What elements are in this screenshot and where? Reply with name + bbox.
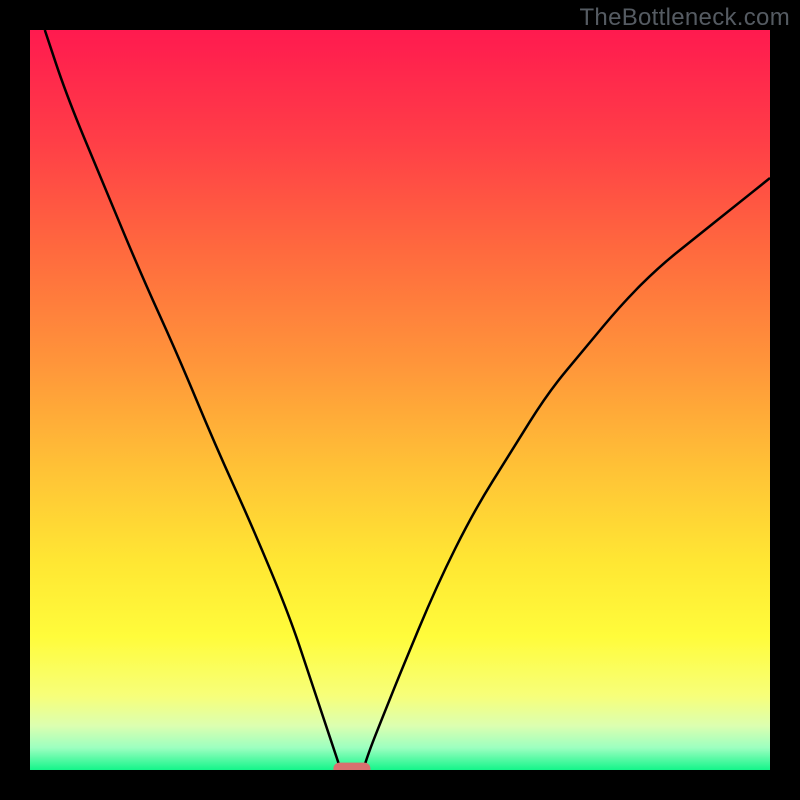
- watermark-text: TheBottleneck.com: [579, 4, 790, 32]
- chart-background: [30, 30, 770, 770]
- chart-frame: TheBottleneck.com: [0, 0, 800, 800]
- bottleneck-chart: [30, 30, 770, 770]
- bottleneck-marker: [333, 763, 370, 770]
